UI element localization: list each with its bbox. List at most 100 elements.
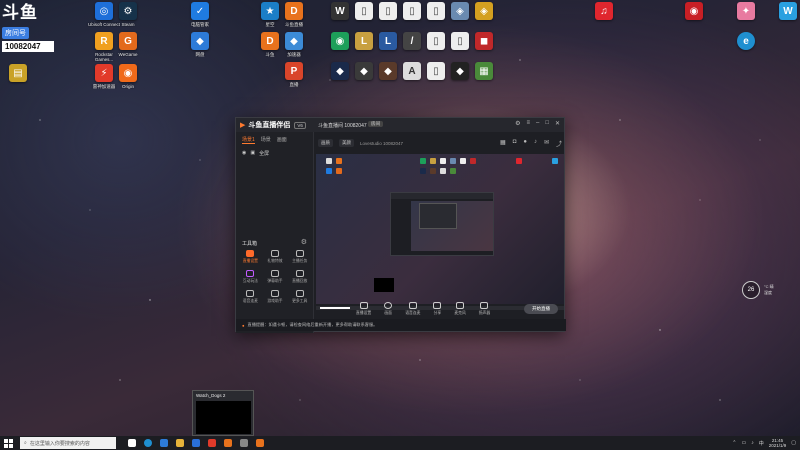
app-icon: W: [779, 2, 797, 20]
tab-scene-3[interactable]: 画面: [277, 136, 287, 144]
chevron-up-icon[interactable]: ⌃: [732, 440, 736, 446]
scene-button[interactable]: 画面: [384, 302, 393, 316]
douyu-taskbar-icon[interactable]: [224, 439, 232, 447]
shield-icon: ✓: [191, 2, 209, 20]
quality-button[interactable]: 画质: [318, 139, 333, 147]
lock-icon[interactable]: ▣: [250, 150, 255, 157]
game-shortcut-icon[interactable]: ▦: [466, 62, 502, 106]
info-icon: ●: [242, 322, 245, 328]
app-titlebar[interactable]: ▶ 斗鱼直播伴侣 V6 斗鱼直播间 10082047 房间 ⚙ ≡ – □ ✕: [236, 118, 564, 132]
origin-icon: ◉: [119, 64, 137, 82]
taskbar-thumbnail[interactable]: Watch_Dogs 2: [192, 390, 254, 436]
store-taskbar-icon[interactable]: [192, 439, 200, 447]
volume-icon[interactable]: ♪: [751, 440, 754, 446]
taskbar-search[interactable]: ⌕ 在这里输入你要搜索的内容: [20, 437, 116, 449]
system-tray: ⌃ ▭ ♪ 中 21:45 2021/1/9 ▢: [732, 436, 796, 450]
desktop-icon-origin[interactable]: ◉ Origin: [110, 64, 146, 108]
pin-icon: P: [285, 62, 303, 80]
close-icon[interactable]: ✕: [555, 120, 560, 127]
douyu-logo: 斗鱼 房间号 10082047: [2, 4, 56, 52]
desktop-icon-netease[interactable]: ♫: [586, 2, 622, 46]
tool-item[interactable]: 直播回放: [287, 270, 312, 284]
tool-item[interactable]: 游戏助手: [263, 290, 288, 304]
steam-icon: ⚙: [119, 2, 137, 20]
thumbnail-title: Watch_Dogs 2: [196, 393, 226, 398]
streaming-app-window[interactable]: ▶ 斗鱼直播伴侣 V6 斗鱼直播间 10082047 房间 ⚙ ≡ – □ ✕ …: [235, 117, 566, 333]
red-app-taskbar-icon[interactable]: [208, 439, 216, 447]
nested-titlebar: [391, 193, 493, 199]
explorer-taskbar-icon[interactable]: [176, 439, 184, 447]
stream-preview[interactable]: [316, 154, 564, 304]
tab-scene-1[interactable]: 场景1: [242, 136, 255, 144]
desktop-icon-red[interactable]: ◉: [676, 2, 712, 46]
game-taskbar-icon[interactable]: [240, 439, 248, 447]
task-view-icon[interactable]: [128, 439, 136, 447]
tool-item[interactable]: 语音连麦: [238, 290, 263, 304]
start-button[interactable]: [0, 436, 16, 450]
desktop-icon-folder[interactable]: ▤: [0, 64, 36, 108]
mini-icon: [326, 168, 332, 174]
scene-item[interactable]: ◉ ▣ 全屏: [236, 148, 313, 159]
window-controls: ⚙ ≡ – □ ✕: [515, 120, 560, 127]
app-taskbar-icon[interactable]: [160, 439, 168, 447]
record-icon[interactable]: ●: [523, 139, 527, 148]
windows-icon: [3, 438, 13, 448]
tool-item[interactable]: 主播任务: [287, 250, 312, 264]
edge-taskbar-icon[interactable]: [144, 439, 152, 447]
bell-icon[interactable]: ♪: [534, 139, 537, 148]
toolbox-title: 工具箱: [242, 241, 258, 247]
app-brand: 斗鱼直播伴侣: [248, 122, 291, 129]
circle-icon: [384, 302, 393, 309]
edge-icon: e: [737, 32, 755, 50]
mini-icon: [470, 158, 476, 164]
microphone-icon: [456, 302, 465, 309]
minimize-icon[interactable]: –: [536, 120, 539, 127]
maximize-icon[interactable]: □: [545, 120, 549, 127]
desktop-icon-blue[interactable]: W: [770, 2, 800, 46]
camera-icon[interactable]: ◘: [513, 139, 517, 148]
weather-widget[interactable]: 26 °C 晴 湿度: [742, 281, 774, 299]
eye-icon[interactable]: ◉: [242, 150, 246, 157]
wegame-icon: G: [119, 32, 137, 50]
music-icon: ♫: [595, 2, 613, 20]
tab-scene-2[interactable]: 场景: [261, 136, 271, 144]
tool-item[interactable]: 直播设置: [238, 250, 263, 264]
microphone-button[interactable]: 麦克风: [454, 302, 466, 316]
grid-icon[interactable]: ▦: [500, 139, 506, 148]
mini-icon: [336, 158, 342, 164]
tool-icon: [270, 270, 279, 277]
mini-icon: [420, 158, 426, 164]
menu-icon[interactable]: ≡: [526, 120, 530, 127]
version-badge: V6: [294, 121, 306, 129]
scene-panel: 场景1 场景 画面 ◉ ▣ 全屏 工具箱 ⚙ 直播设置 礼物特效 主播任务 互动…: [236, 132, 314, 333]
settings-icon[interactable]: ⚙: [515, 120, 520, 127]
speaker-button[interactable]: 扬声器: [479, 302, 490, 316]
start-live-button[interactable]: 开始直播: [524, 304, 558, 314]
share-icon[interactable]: ⤴: [556, 139, 562, 148]
folder-icon: ▤: [9, 64, 27, 82]
tool-item[interactable]: 互动玩法: [238, 270, 263, 284]
share-button[interactable]: 分享: [433, 302, 442, 316]
room-title: 斗鱼直播间 10082047: [318, 122, 367, 129]
ime-icon[interactable]: 中: [759, 440, 764, 447]
network-icon[interactable]: ▭: [741, 440, 746, 446]
chat-icon[interactable]: ✉: [544, 139, 549, 148]
tool-item[interactable]: 弹幕助手: [263, 270, 288, 284]
tool-item[interactable]: 礼物特效: [263, 250, 288, 264]
accelerator-icon: ◆: [285, 32, 303, 50]
notification-icon[interactable]: ▢: [791, 440, 796, 446]
toolbox-settings-icon[interactable]: ⚙: [301, 238, 307, 246]
weather-text: °C 晴 湿度: [764, 284, 774, 295]
room-button[interactable]: 房间: [368, 121, 383, 127]
preview-area: 画质 美颜 Lovestudio 10082047 ▦ ◘ ● ♪ ✉ ⤴: [314, 132, 566, 321]
voice-link-button[interactable]: 语音连麦: [405, 302, 420, 316]
desktop-icon-edge[interactable]: e: [728, 32, 764, 76]
beauty-button[interactable]: 美颜: [339, 139, 354, 147]
streamer-taskbar-icon[interactable]: [256, 439, 264, 447]
desktop-icon-pin[interactable]: P 直播: [276, 62, 312, 106]
tool-item[interactable]: 更多工具: [287, 290, 312, 304]
desktop-icon-netdisk[interactable]: ◆ 网盘: [182, 32, 218, 76]
tool-icon: [246, 270, 255, 277]
live-setting-button[interactable]: 直播设置: [356, 302, 371, 316]
clock[interactable]: 21:45 2021/1/9: [769, 438, 787, 448]
